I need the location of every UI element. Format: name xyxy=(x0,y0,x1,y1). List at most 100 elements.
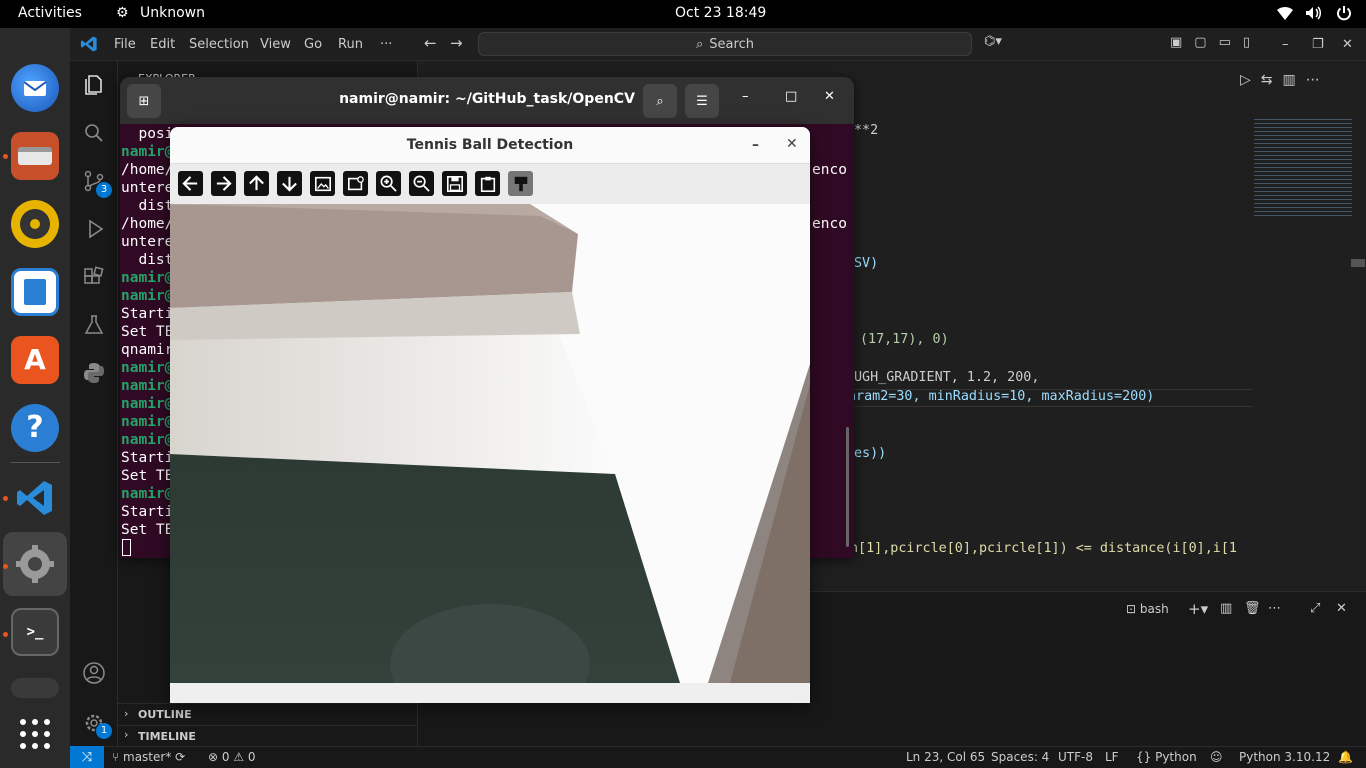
code-line: SV) xyxy=(854,256,879,271)
layout-toggle-icons[interactable]: ▣▢▭▯ xyxy=(1170,35,1262,50)
zoom-in-icon[interactable] xyxy=(376,171,401,196)
maximize-icon[interactable]: □ xyxy=(785,89,797,104)
extensions-icon[interactable] xyxy=(82,265,106,289)
terminal-line: namir@ xyxy=(121,144,174,160)
notifications-bell-icon[interactable]: 🔔 xyxy=(1338,750,1353,764)
terminal-line: posi xyxy=(121,126,174,142)
close-icon[interactable]: ✕ xyxy=(824,89,835,104)
more-actions-icon[interactable]: ⋯ xyxy=(1268,601,1281,616)
trash-icon[interactable]: 🗑 xyxy=(1244,601,1261,616)
wifi-icon[interactable] xyxy=(1276,5,1294,25)
panel-shell-tab[interactable]: ⊡ bash xyxy=(1126,602,1169,616)
terminal-line: namir@ xyxy=(121,396,174,412)
restore-icon[interactable]: ❐ xyxy=(1312,37,1324,52)
zoom-out-icon[interactable] xyxy=(409,171,434,196)
copilot-status-icon[interactable]: ☺ xyxy=(1210,750,1223,764)
add-terminal-icon[interactable]: +▾ xyxy=(1188,600,1208,618)
minimize-icon[interactable]: – xyxy=(1282,37,1289,52)
save-icon[interactable] xyxy=(442,171,467,196)
back-arrow-icon[interactable]: ← xyxy=(424,34,437,52)
eol[interactable]: LF xyxy=(1105,750,1119,764)
terminal-line: /home/ xyxy=(121,162,174,178)
files-icon[interactable] xyxy=(11,132,59,180)
python-interpreter[interactable]: Python 3.10.12 xyxy=(1239,750,1330,764)
clipboard-icon[interactable] xyxy=(475,171,500,196)
rhythmbox-icon[interactable] xyxy=(11,200,59,248)
vscode-logo-icon xyxy=(80,35,98,57)
maximize-panel-icon[interactable]: ⤢ xyxy=(1310,601,1320,616)
clock[interactable]: Oct 23 18:49 xyxy=(675,5,766,21)
encoding[interactable]: UTF-8 xyxy=(1058,750,1093,764)
language-mode[interactable]: {} Python xyxy=(1136,750,1197,764)
menu-selection[interactable]: Selection xyxy=(189,37,249,52)
outline-section[interactable]: › OUTLINE xyxy=(118,703,418,725)
terminal-icon[interactable]: >_ xyxy=(11,608,59,656)
close-icon[interactable]: ✕ xyxy=(786,136,798,152)
app-center-icon[interactable]: A xyxy=(11,336,59,384)
terminal-line: Set TE xyxy=(121,522,174,538)
run-debug-icon[interactable] xyxy=(82,217,106,241)
menu-run[interactable]: Run xyxy=(338,37,363,52)
app-menu[interactable]: Unknown xyxy=(140,5,205,21)
close-icon[interactable]: ✕ xyxy=(1342,37,1353,52)
terminal-search-icon[interactable]: ⌕ xyxy=(643,84,677,118)
terminal-line: Starti xyxy=(121,450,174,466)
arrow-down-icon[interactable] xyxy=(277,171,302,196)
thunderbird-icon[interactable] xyxy=(11,64,59,112)
vscode-icon[interactable] xyxy=(11,474,59,522)
hamburger-menu-icon[interactable]: ☰ xyxy=(685,84,719,118)
branch-indicator[interactable]: ⑂ master* ⟳ xyxy=(112,750,185,764)
camera-frame-image[interactable] xyxy=(170,204,810,683)
explorer-icon[interactable] xyxy=(82,73,106,97)
opencv-toolbar xyxy=(170,164,810,204)
editor-actions[interactable]: ▷⇆▥⋯ xyxy=(1240,72,1330,88)
volume-icon[interactable] xyxy=(1304,5,1322,25)
help-icon[interactable]: ? xyxy=(11,404,59,452)
indentation[interactable]: Spaces: 4 xyxy=(991,750,1049,764)
search-view-icon[interactable] xyxy=(82,121,106,145)
menu-go[interactable]: Go xyxy=(304,37,322,52)
terminal-header: ⊞ namir@namir: ~/GitHub_task/OpenCV ⌕ ☰ … xyxy=(120,77,854,124)
cursor-position[interactable]: Ln 23, Col 65 xyxy=(906,750,985,764)
usb-drive-icon[interactable] xyxy=(11,678,59,698)
minimap[interactable] xyxy=(1254,119,1352,219)
dock: A ? >_ xyxy=(0,28,70,768)
code-line: (17,17), 0) xyxy=(860,332,949,347)
terminal-line: Starti xyxy=(121,306,174,322)
command-center-search[interactable]: ⌕ Search xyxy=(478,32,972,56)
terminal-scrollbar[interactable] xyxy=(846,427,849,547)
image-icon[interactable] xyxy=(310,171,335,196)
python-icon[interactable] xyxy=(82,361,106,385)
remote-indicator-icon[interactable]: ⤨ xyxy=(70,746,104,768)
libreoffice-writer-icon[interactable] xyxy=(11,268,59,316)
arrow-up-icon[interactable] xyxy=(244,171,269,196)
power-icon[interactable] xyxy=(1336,5,1352,25)
show-apps-icon[interactable] xyxy=(11,710,59,758)
testing-icon[interactable] xyxy=(82,313,106,337)
image-settings-icon[interactable] xyxy=(343,171,368,196)
forward-arrow-icon[interactable]: → xyxy=(450,34,463,52)
copilot-icon[interactable]: ⌬▾ xyxy=(984,34,1002,49)
arrow-right-icon[interactable] xyxy=(211,171,236,196)
settings-icon[interactable] xyxy=(11,540,59,588)
menu-file[interactable]: File xyxy=(114,37,136,52)
paint-icon[interactable] xyxy=(508,171,533,196)
terminal-line: namir@ xyxy=(121,414,174,430)
terminal-shell-icon: ⊡ xyxy=(1126,602,1140,616)
minimize-icon[interactable]: – xyxy=(742,89,749,104)
split-terminal-icon[interactable]: ▥ xyxy=(1220,601,1232,616)
menu-edit[interactable]: Edit xyxy=(150,37,175,52)
problems-indicator[interactable]: ⊗ 0 ⚠ 0 xyxy=(208,750,256,764)
timeline-section[interactable]: › TIMELINE xyxy=(118,725,418,746)
menu-more[interactable]: ··· xyxy=(380,37,392,52)
close-panel-icon[interactable]: ✕ xyxy=(1336,601,1347,616)
arrow-left-icon[interactable] xyxy=(178,171,203,196)
menu-view[interactable]: View xyxy=(260,37,291,52)
terminal-line: namir@ xyxy=(121,360,174,376)
terminal-line-fragment: enco xyxy=(812,162,847,178)
accounts-icon[interactable] xyxy=(82,661,106,685)
opencv-window[interactable]: Tennis Ball Detection – ✕ xyxy=(170,127,810,703)
terminal-line: namir@ xyxy=(121,486,174,502)
minimize-icon[interactable]: – xyxy=(752,137,759,153)
activities-button[interactable]: Activities xyxy=(18,5,82,21)
